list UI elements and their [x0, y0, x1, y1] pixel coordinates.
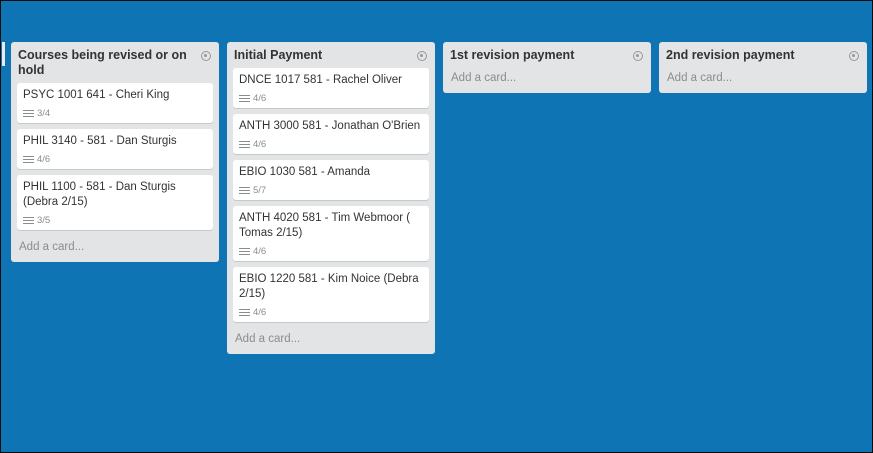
card-list: DNCE 1017 581 - Rachel Oliver 4/6 ANTH 3… — [233, 68, 429, 322]
circle-menu-icon[interactable] — [633, 51, 643, 61]
card[interactable]: PSYC 1001 641 - Cheri King 3/4 — [17, 83, 213, 123]
checklist-count: 4/6 — [253, 306, 267, 318]
add-card-link[interactable]: Add a card... — [233, 328, 429, 348]
list-2nd-revision-payment: 2nd revision payment Add a card... — [659, 42, 867, 93]
list-1st-revision-payment: 1st revision payment Add a card... — [443, 42, 651, 93]
checklist-badge: 5/7 — [239, 183, 423, 197]
list-title[interactable]: Initial Payment — [234, 48, 404, 63]
checklist-badge: 3/5 — [23, 213, 207, 227]
list-courses-being-revised: Courses being revised or on hold PSYC 10… — [11, 42, 219, 262]
card-title: EBIO 1030 581 - Amanda — [239, 166, 371, 178]
card-title: PHIL 1100 - 581 - Dan Sturgis (Debra 2/1… — [23, 181, 176, 208]
checklist-badge: 4/6 — [239, 244, 423, 258]
add-card-link[interactable]: Add a card... — [17, 236, 213, 256]
checklist-count: 4/6 — [37, 153, 51, 165]
previous-list-edge — [2, 42, 5, 66]
checklist-icon — [23, 216, 34, 225]
checklist-icon — [239, 140, 250, 149]
checklist-count: 4/6 — [253, 92, 267, 104]
checklist-count: 4/6 — [253, 245, 267, 257]
checklist-count: 5/7 — [253, 184, 267, 196]
card[interactable]: DNCE 1017 581 - Rachel Oliver 4/6 — [233, 68, 429, 108]
card-title: PHIL 3140 - 581 - Dan Sturgis — [23, 135, 177, 147]
checklist-icon — [239, 247, 250, 256]
checklist-icon — [23, 155, 34, 164]
list-header[interactable]: Initial Payment — [233, 46, 429, 67]
card[interactable]: PHIL 3140 - 581 - Dan Sturgis 4/6 — [17, 129, 213, 169]
list-header[interactable]: 1st revision payment — [449, 46, 645, 67]
checklist-badge: 4/6 — [23, 152, 207, 166]
checklist-badge: 4/6 — [239, 91, 423, 105]
checklist-icon — [239, 186, 250, 195]
list-title[interactable]: 1st revision payment — [450, 48, 620, 63]
circle-menu-icon[interactable] — [417, 51, 427, 61]
list-header[interactable]: 2nd revision payment — [665, 46, 861, 67]
card[interactable]: PHIL 1100 - 581 - Dan Sturgis (Debra 2/1… — [17, 175, 213, 230]
card[interactable]: ANTH 4020 581 - Tim Webmoor ( Tomas 2/15… — [233, 206, 429, 261]
card[interactable]: EBIO 1030 581 - Amanda 5/7 — [233, 160, 429, 200]
card-title: ANTH 3000 581 - Jonathan O'Brien — [239, 120, 421, 132]
circle-menu-icon[interactable] — [849, 51, 859, 61]
checklist-icon — [239, 308, 250, 317]
card-title: PSYC 1001 641 - Cheri King — [23, 89, 170, 101]
list-initial-payment: Initial Payment DNCE 1017 581 - Rachel O… — [227, 42, 435, 354]
checklist-badge: 4/6 — [239, 305, 423, 319]
add-card-link[interactable]: Add a card... — [449, 67, 645, 87]
list-header[interactable]: Courses being revised or on hold — [17, 46, 213, 82]
card-title: ANTH 4020 581 - Tim Webmoor ( Tomas 2/15… — [239, 212, 411, 239]
add-card-link[interactable]: Add a card... — [665, 67, 861, 87]
card-title: DNCE 1017 581 - Rachel Oliver — [239, 74, 402, 86]
checklist-icon — [23, 109, 34, 118]
checklist-count: 3/4 — [37, 107, 51, 119]
card[interactable]: ANTH 3000 581 - Jonathan O'Brien 4/6 — [233, 114, 429, 154]
card-list: PSYC 1001 641 - Cheri King 3/4 PHIL 3140… — [17, 83, 213, 230]
card-title: EBIO 1220 581 - Kim Noice (Debra 2/15) — [239, 273, 419, 300]
card[interactable]: EBIO 1220 581 - Kim Noice (Debra 2/15) 4… — [233, 267, 429, 322]
board: Courses being revised or on hold PSYC 10… — [11, 42, 867, 354]
checklist-icon — [239, 94, 250, 103]
circle-menu-icon[interactable] — [201, 51, 211, 61]
checklist-badge: 3/4 — [23, 106, 207, 120]
list-title[interactable]: 2nd revision payment — [666, 48, 836, 63]
checklist-count: 4/6 — [253, 138, 267, 150]
list-title[interactable]: Courses being revised or on hold — [18, 48, 188, 78]
checklist-badge: 4/6 — [239, 137, 423, 151]
checklist-count: 3/5 — [37, 214, 51, 226]
